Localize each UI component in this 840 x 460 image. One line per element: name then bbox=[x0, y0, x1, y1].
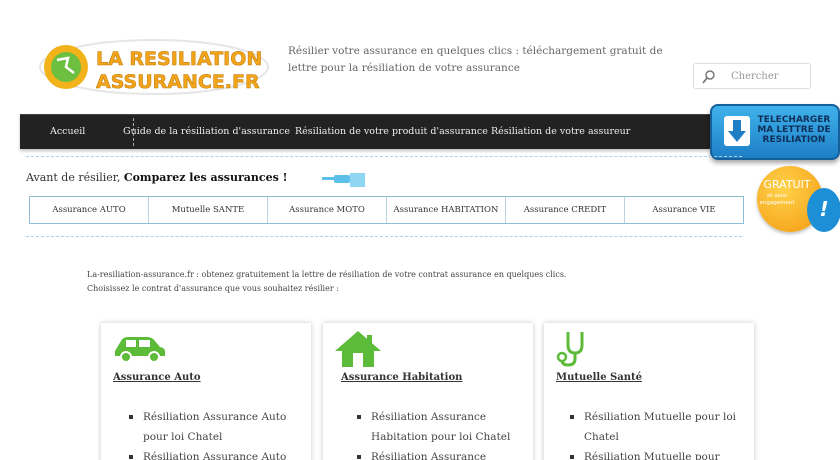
exclamation-icon: ! bbox=[807, 188, 840, 232]
gratuit-label: GRATUIT bbox=[763, 178, 811, 191]
search-box[interactable]: Chercher bbox=[693, 63, 811, 89]
house-icon bbox=[335, 331, 381, 367]
compare-prefix: Avant de résilier, bbox=[26, 171, 124, 184]
list-item[interactable]: Résiliation Assurance Auto pour loi Chat… bbox=[129, 407, 309, 447]
card-mutuelle-sante: Mutuelle Santé Résiliation Mutuelle pour… bbox=[544, 323, 754, 460]
divider bbox=[26, 156, 742, 157]
tab-mutuelle-sante[interactable]: Mutuelle SANTE bbox=[149, 197, 268, 223]
download-icon bbox=[724, 116, 750, 146]
divider bbox=[26, 236, 742, 237]
list-item[interactable]: Résiliation Assurance bbox=[357, 447, 537, 460]
tab-assurance-habitation[interactable]: Assurance HABITATION bbox=[387, 197, 506, 223]
nav-item-accueil[interactable]: Accueil bbox=[50, 126, 85, 137]
tab-assurance-auto[interactable]: Assurance AUTO bbox=[30, 197, 149, 223]
search-input[interactable]: Chercher bbox=[731, 71, 779, 82]
intro-line2: Choisissez le contrat d'assurance que vo… bbox=[87, 284, 339, 293]
list-item[interactable]: Résiliation Mutuelle pour bbox=[570, 447, 750, 460]
site-tagline: Résilier votre assurance en quelques cli… bbox=[288, 45, 663, 74]
compare-heading: Avant de résilier, Comparez les assuranc… bbox=[26, 171, 287, 184]
compare-tabs: Assurance AUTO Mutuelle SANTE Assurance … bbox=[29, 196, 744, 224]
tab-assurance-moto[interactable]: Assurance MOTO bbox=[268, 197, 387, 223]
search-icon[interactable] bbox=[701, 69, 717, 85]
pointing-hand-icon bbox=[322, 173, 365, 187]
logo-line1: LA RESILIATION bbox=[96, 48, 262, 70]
main-nav: Accueil Guide de la résiliation d'assura… bbox=[20, 114, 710, 149]
card-title[interactable]: Assurance Auto bbox=[113, 372, 201, 383]
download-line1: TELECHARGER bbox=[757, 115, 831, 125]
card-title[interactable]: Assurance Habitation bbox=[341, 372, 462, 383]
gratuit-sub: et sans engagement bbox=[759, 193, 795, 206]
card-list: Résiliation Assurance Habitation pour lo… bbox=[357, 407, 537, 460]
nav-item-guide[interactable]: Guide de la résiliation d'assurance bbox=[123, 126, 290, 137]
intro-line1: La-resiliation-assurance.fr : obtenez gr… bbox=[87, 270, 567, 279]
car-icon bbox=[115, 337, 165, 363]
list-item[interactable]: Résiliation Assurance Habitation pour lo… bbox=[357, 407, 537, 447]
logo-line2: ASSURANCE.FR bbox=[96, 71, 260, 93]
stethoscope-icon bbox=[556, 332, 584, 367]
list-item[interactable]: Résiliation Assurance Auto bbox=[129, 447, 309, 460]
card-title[interactable]: Mutuelle Santé bbox=[556, 372, 642, 383]
download-letter-button[interactable]: TELECHARGER MA LETTRE DE RESILIATION bbox=[710, 104, 840, 160]
nav-item-assureur[interactable]: Résiliation de votre assureur bbox=[491, 126, 630, 137]
card-list: Résiliation Assurance Auto pour loi Chat… bbox=[129, 407, 309, 460]
site-logo[interactable]: LA RESILIATION ASSURANCE.FR bbox=[38, 38, 270, 96]
download-line2: MA LETTRE DE bbox=[757, 125, 831, 135]
nav-item-produit[interactable]: Résiliation de votre produit d'assurance bbox=[295, 126, 488, 137]
card-assurance-habitation: Assurance Habitation Résiliation Assuran… bbox=[323, 323, 533, 460]
card-assurance-auto: Assurance Auto Résiliation Assurance Aut… bbox=[101, 323, 311, 460]
intro-text: La-resiliation-assurance.fr : obtenez gr… bbox=[87, 268, 566, 296]
tab-assurance-credit[interactable]: Assurance CREDIT bbox=[506, 197, 625, 223]
card-list: Résiliation Mutuelle pour loi Chatel Rés… bbox=[570, 407, 750, 460]
tab-assurance-vie[interactable]: Assurance VIE bbox=[625, 197, 743, 223]
list-item[interactable]: Résiliation Mutuelle pour loi Chatel bbox=[570, 407, 750, 447]
compare-bold: Comparez les assurances ! bbox=[123, 171, 288, 184]
download-line3: RESILIATION bbox=[762, 135, 826, 145]
